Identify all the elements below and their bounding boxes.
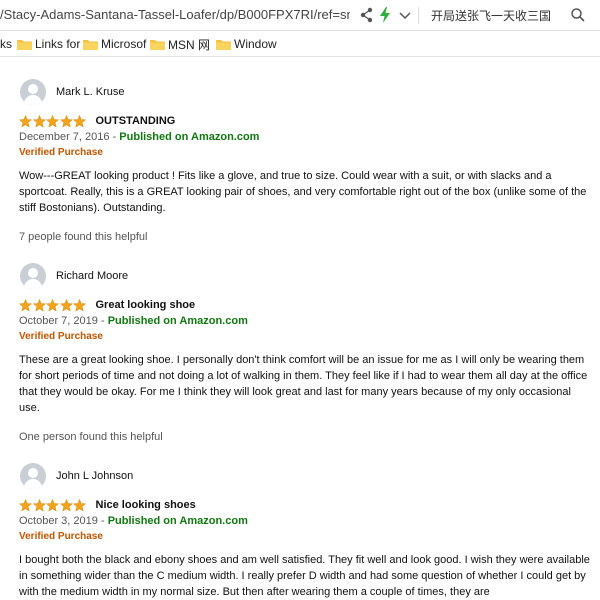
published-label: Published on Amazon.com — [107, 515, 248, 527]
reviewer-profile[interactable]: Richard Moore — [19, 261, 594, 291]
reviewer-name[interactable]: Mark L. Kruse — [56, 86, 124, 98]
bookmarks-bar: ks Links for Microsof MSN 网 Window — [0, 31, 600, 57]
review-date: October 3, 2019 — [19, 515, 98, 527]
star-icon — [46, 114, 59, 128]
share-icon[interactable] — [359, 6, 375, 24]
verified-purchase-badge[interactable]: Verified Purchase — [19, 147, 594, 159]
star-icon — [59, 298, 73, 312]
review-title-row: Nice looking shoes — [19, 498, 594, 512]
bookmark-label: Window — [234, 37, 277, 51]
review-body: I bought both the black and ebony shoes … — [19, 554, 590, 598]
review-body: Wow---GREAT looking product ! Fits like … — [19, 170, 587, 214]
bookmark-item[interactable]: Links for — [17, 36, 80, 52]
star-icon — [32, 114, 46, 128]
review: John L Johnson Nice looking shoes Octobe… — [19, 461, 594, 600]
helpful-count: One person found this helpful — [19, 431, 163, 443]
star-icon — [19, 114, 32, 128]
date-separator: - — [100, 515, 108, 527]
reviewer-profile[interactable]: Mark L. Kruse — [19, 77, 594, 107]
lightning-icon[interactable] — [377, 6, 393, 24]
star-rating[interactable] — [19, 498, 87, 512]
folder-icon — [150, 39, 165, 50]
star-icon — [19, 298, 32, 312]
chevron-down-icon[interactable] — [397, 6, 413, 24]
review-date: December 7, 2016 — [19, 131, 110, 143]
review-date: October 7, 2019 — [19, 315, 98, 327]
bookmark-item[interactable]: Window — [216, 36, 277, 52]
reviewer-name[interactable]: John L Johnson — [56, 470, 133, 482]
star-icon — [19, 498, 32, 512]
url-field[interactable]: /Stacy-Adams-Santana-Tassel-Loafer/dp/B0… — [0, 7, 350, 22]
review-body: These are a great looking shoe. I person… — [19, 354, 588, 414]
bookmark-label: Links for — [35, 37, 81, 51]
folder-icon — [83, 39, 98, 50]
bookmark-label: Microsof — [101, 37, 147, 51]
helpful-count: 7 people found this helpful — [19, 231, 148, 243]
review-title-row: Great looking shoe — [19, 298, 594, 312]
review-title[interactable]: OUTSTANDING — [96, 115, 176, 127]
bookmark-item[interactable]: ks — [0, 36, 12, 52]
address-bar: /Stacy-Adams-Santana-Tassel-Loafer/dp/B0… — [0, 0, 600, 31]
star-rating[interactable] — [19, 298, 87, 312]
star-rating[interactable] — [19, 114, 87, 128]
folder-icon — [216, 39, 231, 50]
star-icon — [59, 498, 73, 512]
published-label: Published on Amazon.com — [107, 315, 248, 327]
reviewer-profile[interactable]: John L Johnson — [19, 461, 594, 491]
star-icon — [32, 498, 46, 512]
review-date-row: October 7, 2019 - Published on Amazon.co… — [19, 315, 594, 328]
avatar — [20, 463, 46, 489]
review: Mark L. Kruse OUTSTANDING December 7, 20… — [19, 77, 594, 243]
star-icon — [46, 298, 59, 312]
review-date-row: October 3, 2019 - Published on Amazon.co… — [19, 515, 594, 528]
review-title-row: OUTSTANDING — [19, 114, 594, 128]
verified-purchase-badge[interactable]: Verified Purchase — [19, 331, 594, 343]
folder-icon — [17, 39, 32, 50]
date-separator: - — [100, 315, 108, 327]
star-icon — [59, 114, 73, 128]
bookmark-item[interactable]: MSN 网 — [150, 36, 210, 52]
bookmark-label: MSN 网 — [168, 37, 211, 52]
bookmark-label: ks — [0, 37, 12, 51]
avatar — [20, 263, 46, 289]
reviewer-name[interactable]: Richard Moore — [56, 270, 128, 282]
avatar — [20, 79, 46, 105]
published-label: Published on Amazon.com — [119, 131, 260, 143]
reviews-list: Mark L. Kruse OUTSTANDING December 7, 20… — [0, 57, 600, 600]
star-icon — [73, 114, 86, 128]
review: Richard Moore Great looking shoe October… — [19, 261, 594, 443]
review-date-row: December 7, 2016 - Published on Amazon.c… — [19, 131, 594, 144]
star-icon — [73, 298, 86, 312]
star-icon — [32, 298, 46, 312]
star-icon — [46, 498, 59, 512]
bookmark-item[interactable]: Microsof — [83, 36, 146, 52]
verified-purchase-badge[interactable]: Verified Purchase — [19, 531, 594, 543]
review-title[interactable]: Nice looking shoes — [96, 499, 196, 511]
star-icon — [73, 498, 86, 512]
search-suggestion[interactable]: 开局送张飞一天收三国 — [431, 7, 551, 24]
address-separator — [418, 7, 419, 24]
review-title[interactable]: Great looking shoe — [96, 299, 196, 311]
search-icon[interactable] — [570, 7, 586, 23]
